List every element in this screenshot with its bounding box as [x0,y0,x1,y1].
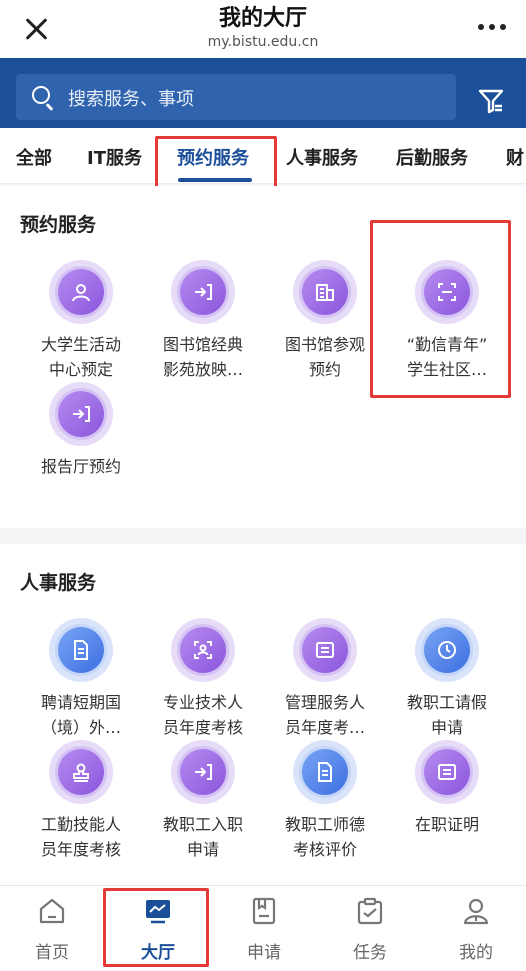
category-tabs: 全部 IT服务 预约服务 人事服务 后勤服务 财 [0,128,526,184]
service-label: 图书馆参观 预约 [284,335,365,379]
section-title: 预约服务 [20,214,97,236]
clock-icon [415,618,479,682]
service-professional-staff-review[interactable]: 专业技术人 员年度考核 [142,618,264,740]
service-leave-request[interactable]: 教职工请假 申请 [386,618,508,740]
document-icon [293,740,357,804]
service-onboarding-request[interactable]: 教职工入职 申请 [142,740,264,862]
section-title: 人事服务 [20,572,97,594]
task-icon [357,897,383,925]
search-placeholder: 搜索服务、事项 [68,89,194,110]
person-icon [49,260,113,324]
service-ethics-evaluation[interactable]: 教职工师德 考核评价 [264,740,386,862]
nav-label: 大厅 [141,943,175,963]
face-scan-icon [171,618,235,682]
service-label: 工勤技能人 员年度考核 [40,815,121,859]
apply-icon [252,897,276,925]
service-skilled-worker-review[interactable]: 工勤技能人 员年度考核 [20,740,142,862]
list-card-icon [415,740,479,804]
more-dot [478,24,484,30]
nav-hall[interactable]: 大厅 [118,896,198,963]
enter-icon [171,260,235,324]
nav-label: 任务 [353,943,387,963]
service-library-cinema[interactable]: 图书馆经典 影苑放映… [142,260,264,382]
nav-home[interactable]: 首页 [12,896,92,963]
tab-personnel-service[interactable]: 人事服务 [286,144,358,170]
service-label: 报告厅预约 [40,457,121,476]
service-student-activity-center[interactable]: 大学生活动 中心预定 [20,260,142,382]
service-label: 图书馆经典 影苑放映… [162,335,243,379]
filter-icon[interactable] [478,88,504,114]
service-youth-community[interactable]: “勤信青年” 学生社区… [386,260,508,382]
tab-finance[interactable]: 财 [506,144,524,170]
service-label: 教职工入职 申请 [162,815,243,859]
more-dot [489,24,495,30]
title-wrap: 我的大厅 my.bistu.edu.cn [0,6,526,52]
service-management-staff-review[interactable]: 管理服务人 员年度考… [264,618,386,740]
page-title: 我的大厅 [218,6,307,31]
service-label: 在职证明 [414,815,479,834]
enter-icon [171,740,235,804]
nav-profile[interactable]: 我的 [436,896,516,963]
tab-logistics-service[interactable]: 后勤服务 [396,144,468,170]
service-employment-certificate[interactable]: 在职证明 [386,740,508,837]
document-icon [49,618,113,682]
search-icon [32,86,50,104]
service-label: 专业技术人 员年度考核 [162,693,243,737]
hall-icon [146,900,170,924]
tab-all[interactable]: 全部 [16,144,52,170]
section-personnel: 人事服务 聘请短期国 （境）外… 专业技术人 员年度考核 管理服务人 员年度考… 教职… [0,544,526,885]
more-dot [500,24,506,30]
nav-label: 申请 [247,943,281,963]
service-auditorium-booking[interactable]: 报告厅预约 [20,382,142,479]
nav-apply[interactable]: 申请 [224,896,304,963]
enter-icon [49,382,113,446]
nav-label: 我的 [459,943,493,963]
section-reservation: 预约服务 大学生活动 中心预定 图书馆经典 影苑放映… 图书馆参观 预约 “勤信青年”… [0,186,526,528]
service-label: “勤信青年” 学生社区… [406,335,488,379]
scan-icon [415,260,479,324]
service-library-visit[interactable]: 图书馆参观 预约 [264,260,386,382]
nav-task[interactable]: 任务 [330,896,410,963]
service-foreign-expert-hiring[interactable]: 聘请短期国 （境）外… [20,618,142,740]
tab-it-service[interactable]: IT服务 [87,144,142,170]
service-label: 聘请短期国 （境）外… [40,693,121,737]
active-tab-indicator [178,178,252,182]
service-label: 管理服务人 员年度考… [284,693,365,737]
service-label: 教职工师德 考核评价 [284,815,365,859]
profile-icon [463,898,489,925]
top-bar: 我的大厅 my.bistu.edu.cn [0,0,526,58]
service-label: 大学生活动 中心预定 [40,335,121,379]
search-input[interactable]: 搜索服务、事项 [16,74,456,120]
tab-reservation-service[interactable]: 预约服务 [177,144,249,170]
stamp-icon [49,740,113,804]
bottom-navigation: 首页 大厅 申请 任务 我的 [0,885,526,971]
building-icon [293,260,357,324]
service-label: 教职工请假 申请 [406,693,487,737]
home-icon [39,898,65,924]
more-menu-icon[interactable] [478,24,506,32]
nav-label: 首页 [35,943,69,963]
page-url: my.bistu.edu.cn [207,34,319,50]
list-card-icon [293,618,357,682]
search-band: 搜索服务、事项 [0,58,526,128]
